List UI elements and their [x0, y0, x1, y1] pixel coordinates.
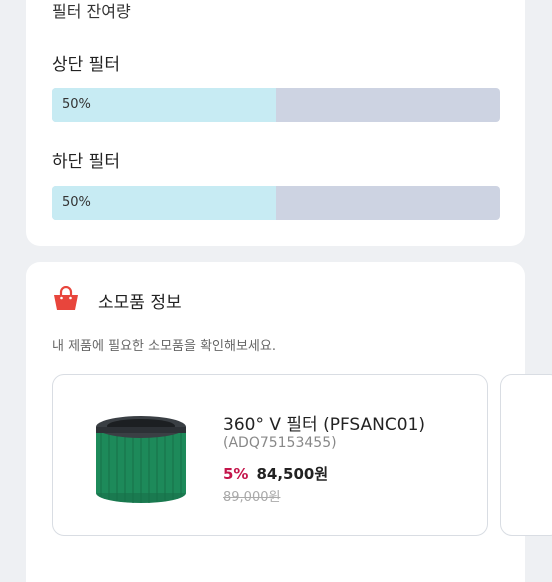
- sale-price: 84,500원: [256, 465, 329, 483]
- next-product-card[interactable]: [500, 374, 552, 536]
- original-price: 89,000원: [223, 490, 281, 505]
- product-name[interactable]: 360° V 필터 (PFSANC01): [223, 410, 425, 435]
- consumables-title: 소모품 정보: [98, 293, 182, 313]
- upper-filter-progress-bar: 50%: [52, 88, 500, 122]
- filter-product-image: [96, 416, 186, 503]
- lower-filter-label: 하단 필터: [52, 152, 120, 172]
- consumables-card: 소모품 정보 내 제품에 필요한 소모품을 확인해보세요. 360° V 필터 …: [26, 262, 552, 582]
- consumables-description: 내 제품에 필요한 소모품을 확인해보세요.: [52, 339, 276, 354]
- lower-filter-progress-bar: 50%: [52, 186, 500, 220]
- product-code: (ADQ75153455): [223, 435, 337, 451]
- lower-filter-percent: 50%: [62, 195, 91, 210]
- shopping-bag-icon: [54, 286, 78, 310]
- upper-filter-percent: 50%: [62, 97, 91, 112]
- discount-rate: 5%: [223, 465, 249, 483]
- product-price-row: 5% 84,500원: [223, 463, 328, 484]
- product-card[interactable]: 360° V 필터 (PFSANC01) (ADQ75153455) 5% 84,…: [52, 374, 488, 536]
- filter-remaining-title: 필터 잔여량: [52, 2, 131, 21]
- upper-filter-label: 상단 필터: [52, 55, 120, 75]
- filter-remaining-card: 필터 잔여량 상단 필터 50% 하단 필터 50%: [26, 0, 525, 246]
